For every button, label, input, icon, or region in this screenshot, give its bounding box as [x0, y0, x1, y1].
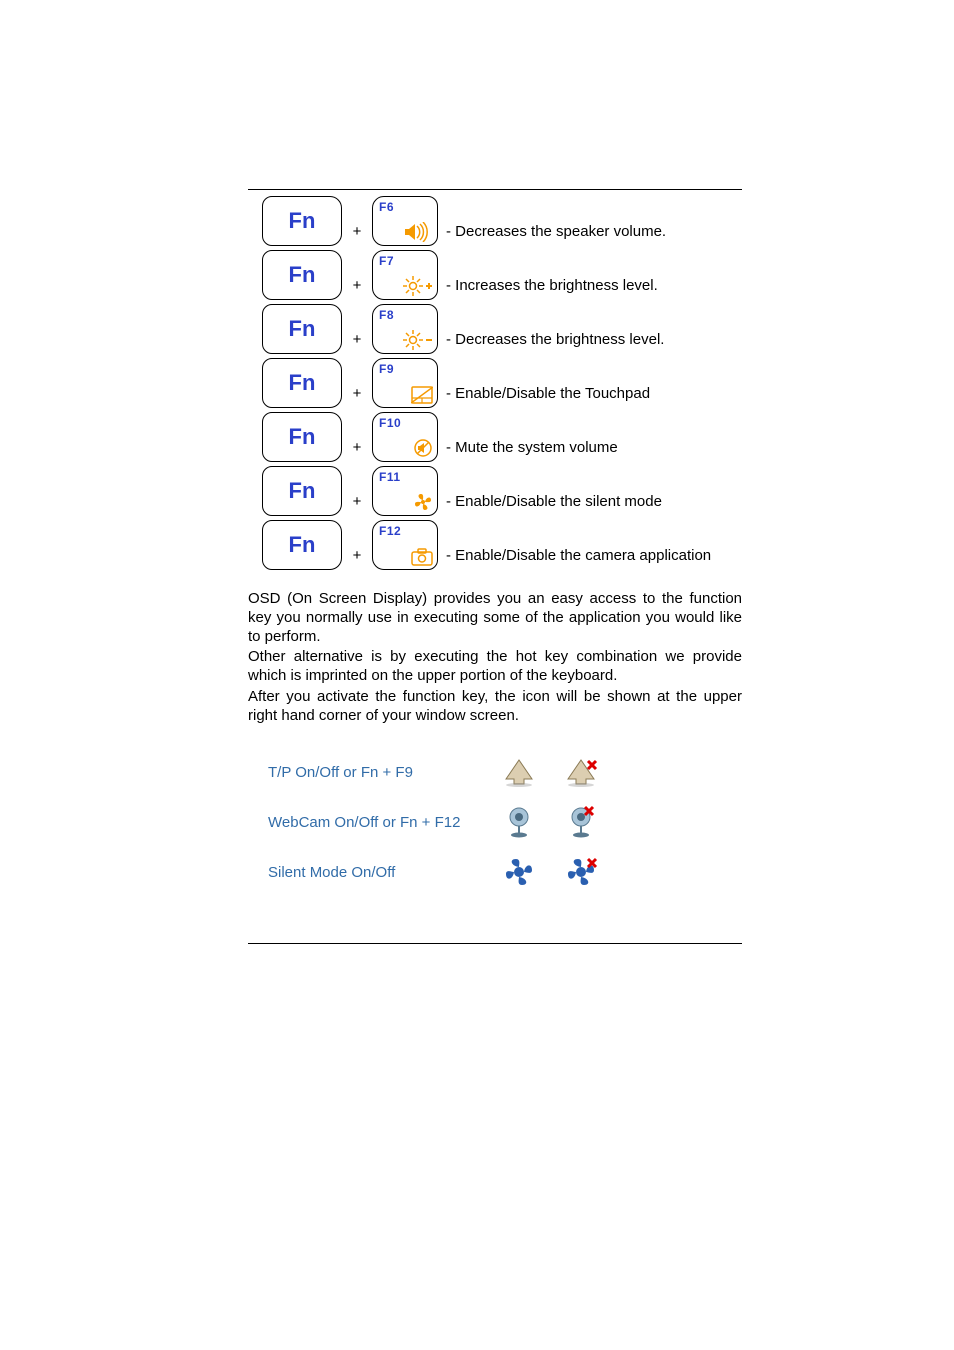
f9-key: F9 [372, 358, 438, 408]
fan-icon [413, 492, 433, 512]
f12-description: - Enable/Disable the camera application [446, 547, 711, 564]
osd-label: T/P On/Off or Fn + F9 [248, 764, 488, 781]
fn-key: Fn [262, 412, 342, 462]
key-combo-row: Fn + F12 - Enable/Disable the camera app… [248, 520, 742, 570]
f7-key: F7 [372, 250, 438, 300]
brightness-down-icon [403, 330, 433, 350]
f10-key: F10 [372, 412, 438, 462]
key-combo-row: Fn + F9 - Enable/Disable the Touchpad [248, 358, 742, 408]
osd-icon-table: T/P On/Off or Fn + F9 [248, 747, 742, 897]
touchpad-on-osd-icon [488, 757, 550, 787]
osd-paragraph-2: Other alternative is by executing the ho… [248, 648, 742, 686]
fn-key: Fn [262, 520, 342, 570]
f6-label: F6 [379, 200, 394, 214]
f6-description: - Decreases the speaker volume. [446, 223, 666, 240]
key-combo-row: Fn + F6 - Decreases the speaker volume. [248, 196, 742, 246]
plus-sign: + [346, 385, 368, 402]
f9-description: - Enable/Disable the Touchpad [446, 385, 650, 402]
osd-label: WebCam On/Off or Fn + F12 [248, 814, 488, 831]
touchpad-icon [411, 386, 433, 404]
f8-description: - Decreases the brightness level. [446, 331, 664, 348]
f8-key: F8 [372, 304, 438, 354]
f10-label: F10 [379, 416, 401, 430]
brightness-up-icon [403, 276, 433, 296]
osd-paragraph-3: After you activate the function key, the… [248, 688, 742, 726]
f8-label: F8 [379, 308, 394, 322]
f6-key: F6 [372, 196, 438, 246]
webcam-on-osd-icon [488, 805, 550, 839]
osd-paragraph-1: OSD (On Screen Display) provides you an … [248, 590, 742, 646]
f7-label: F7 [379, 254, 394, 268]
f11-description: - Enable/Disable the silent mode [446, 493, 662, 510]
plus-sign: + [346, 547, 368, 564]
fn-key: Fn [262, 196, 342, 246]
key-combo-row: Fn + F7 [248, 250, 742, 300]
key-combo-row: Fn + F11 - Enable/Disable the silent mod… [248, 466, 742, 516]
plus-sign: + [346, 331, 368, 348]
fn-key: Fn [262, 250, 342, 300]
plus-sign: + [346, 439, 368, 456]
osd-row: WebCam On/Off or Fn + F12 [248, 797, 742, 847]
fn-key: Fn [262, 358, 342, 408]
plus-sign: + [346, 277, 368, 294]
f11-key: F11 [372, 466, 438, 516]
f12-key: F12 [372, 520, 438, 570]
f12-label: F12 [379, 524, 401, 538]
f11-label: F11 [379, 470, 401, 484]
touchpad-off-osd-icon [550, 757, 612, 787]
key-combo-row: Fn + F10 - Mute the system volume [248, 412, 742, 462]
plus-sign: + [346, 493, 368, 510]
fn-key: Fn [262, 466, 342, 516]
mute-icon [413, 438, 433, 458]
osd-row: T/P On/Off or Fn + F9 [248, 747, 742, 797]
top-rule [248, 189, 742, 190]
camera-icon [411, 548, 433, 566]
f9-label: F9 [379, 362, 394, 376]
key-combo-row: Fn + F8 - Decr [248, 304, 742, 354]
bottom-rule [248, 943, 742, 944]
silent-on-osd-icon [488, 857, 550, 887]
plus-sign: + [346, 223, 368, 240]
osd-label: Silent Mode On/Off [248, 864, 488, 881]
silent-off-osd-icon [550, 857, 612, 887]
f10-description: - Mute the system volume [446, 439, 618, 456]
fn-key: Fn [262, 304, 342, 354]
osd-row: Silent Mode On/Off [248, 847, 742, 897]
volume-down-icon [405, 222, 433, 242]
webcam-off-osd-icon [550, 805, 612, 839]
f7-description: - Increases the brightness level. [446, 277, 658, 294]
